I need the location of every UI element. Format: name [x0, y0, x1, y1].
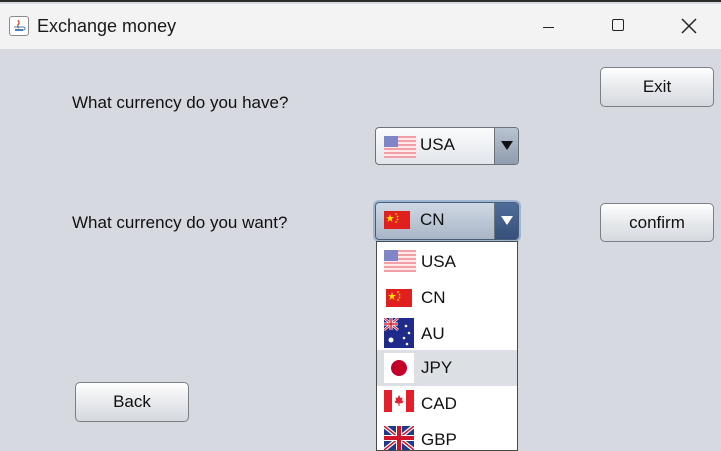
minimize-icon[interactable]: [526, 4, 572, 49]
dropdown-option-label: GBP: [421, 430, 457, 449]
gbp-flag-icon: [382, 424, 416, 450]
jpy-flag-icon: [384, 353, 414, 388]
chevron-down-icon: [501, 216, 513, 225]
back-button[interactable]: Back: [75, 382, 189, 422]
dropdown-option-label: AU: [421, 324, 445, 343]
window-title: Exchange money: [37, 16, 177, 36]
dropdown-option-label: CN: [421, 288, 446, 307]
want-currency-label: What currency do you want?: [72, 213, 288, 232]
cn-flag-icon: [384, 211, 410, 234]
dropdown-option-label: JPY: [421, 358, 453, 377]
chevron-down-icon: [501, 141, 513, 150]
application-window: Exchange money What currency do you have…: [0, 0, 721, 451]
confirm-button[interactable]: confirm: [600, 203, 714, 242]
title-bar: Exchange money: [0, 4, 721, 49]
cn-flag-icon: [386, 289, 412, 312]
have-currency-value: USA: [420, 135, 455, 154]
dropdown-option-cad[interactable]: CAD: [377, 386, 517, 422]
dropdown-option-label: USA: [421, 252, 456, 271]
exit-button[interactable]: Exit: [600, 67, 714, 107]
have-currency-combo[interactable]: USA: [375, 127, 519, 165]
have-combo-arrow[interactable]: [494, 128, 518, 164]
want-currency-combo[interactable]: CN: [375, 202, 519, 240]
currency-dropdown-list[interactable]: USA CN AU JPY CAD GBP: [376, 241, 518, 451]
dropdown-option-au[interactable]: AU: [377, 316, 517, 352]
content-panel: What currency do you have? Exit USA What…: [0, 49, 721, 444]
maximize-icon[interactable]: [596, 4, 642, 49]
want-currency-value: CN: [420, 210, 445, 229]
au-flag-icon: [383, 317, 414, 353]
have-currency-label: What currency do you have?: [72, 93, 289, 112]
dropdown-option-jpy[interactable]: JPY: [377, 350, 517, 386]
close-icon[interactable]: [666, 4, 712, 49]
dropdown-option-label: CAD: [421, 394, 457, 413]
dropdown-option-usa[interactable]: USA: [377, 244, 517, 280]
java-app-icon: [9, 16, 29, 36]
usa-flag-icon: [384, 136, 416, 163]
dropdown-option-gbp[interactable]: GBP: [377, 422, 517, 450]
want-combo-arrow[interactable]: [494, 203, 518, 239]
cad-flag-icon: [384, 390, 414, 417]
dropdown-option-cn[interactable]: CN: [377, 280, 517, 316]
usa-flag-icon: [384, 250, 416, 277]
